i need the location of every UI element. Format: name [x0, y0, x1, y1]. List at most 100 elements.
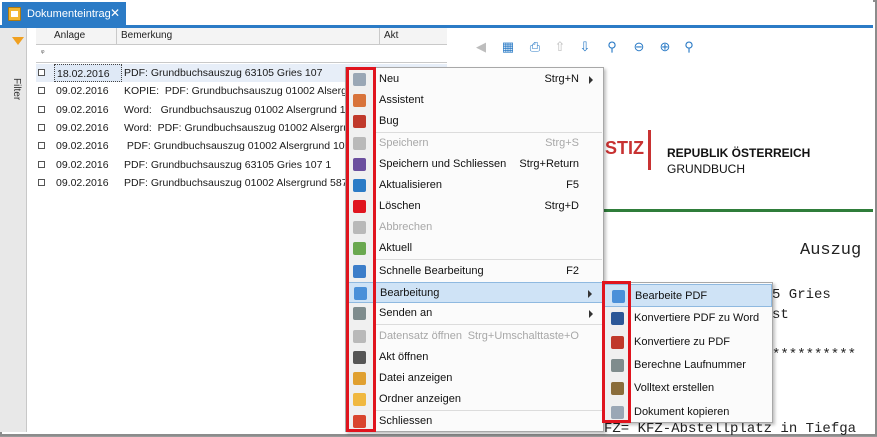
menu-separator — [376, 324, 602, 325]
menu-item-speichern[interactable]: Speichern Strg+S — [346, 133, 603, 154]
windows-icon[interactable]: ▦ — [501, 39, 515, 54]
grid-filter-row[interactable]: ᵠ — [36, 46, 447, 63]
cell-anlage: 09.02.2016 — [56, 158, 109, 171]
cell-bemerkung: PDF: Grundbuchsauszug 63105 Gries 107 1 — [124, 158, 332, 171]
tab-dokumenteintrag[interactable]: Dokumenteintrag ✕ — [2, 2, 126, 25]
menu-item-shortcut: Strg+N — [544, 73, 579, 85]
menu-item-ordner-anzeigen[interactable]: Ordner anzeigen — [346, 389, 603, 410]
submenu-item-label: Bearbeite PDF — [635, 290, 708, 302]
cell-bemerkung: PDF: Grundbuchsauszug 01002 Alsergrund 1… — [124, 140, 366, 153]
cell-anlage: 09.02.2016 — [56, 121, 109, 134]
menu-item-label: Senden an — [379, 307, 433, 319]
menu-item-datensatz-öffnen[interactable]: Datensatz öffnen Strg+Umschalttaste+O — [346, 326, 603, 347]
row-checkbox[interactable] — [38, 160, 45, 168]
menu-item-shortcut: Strg+Umschalttaste+O — [467, 330, 579, 342]
cell-bemerkung: PDF: Grundbuchsauszug 01002 Alsergrund 5… — [124, 176, 357, 189]
column-header-anlage[interactable]: Anlage — [50, 28, 117, 45]
cell-anlage: 18.02.2016 — [54, 64, 122, 82]
menu-item-label: Bug — [379, 115, 399, 127]
submenu-item-label: Dokument kopieren — [634, 405, 730, 418]
doc-title-auszug: Auszug — [800, 241, 862, 260]
menu-item-aktualisieren[interactable]: Aktualisieren F5 — [346, 175, 603, 196]
menu-item-akt-öffnen[interactable]: Akt öffnen — [346, 347, 603, 368]
menu-item-label: Bearbeitung — [380, 287, 440, 299]
search-icon[interactable]: ⚲ — [682, 39, 696, 54]
doc-text-st: st — [772, 307, 789, 323]
zoom-out-icon[interactable]: ⊖ — [632, 39, 646, 54]
menu-item-schnelle-bearbeitung[interactable]: Schnelle Bearbeitung F2 — [346, 261, 603, 282]
menu-item-löschen[interactable]: Löschen Strg+D — [346, 196, 603, 217]
submenu-item-label: Konvertiere zu PDF — [634, 335, 730, 348]
menu-item-shortcut: Strg+S — [545, 137, 579, 149]
row-checkbox[interactable] — [38, 105, 45, 113]
document-icon — [8, 6, 21, 21]
menu-item-speichern-und-schliessen[interactable]: Speichern und Schliessen Strg+Return — [346, 154, 603, 175]
tab-title: Dokumenteintrag — [27, 7, 111, 20]
submenu-item-label: Berechne Laufnummer — [634, 358, 746, 371]
row-checkbox[interactable] — [38, 178, 45, 186]
menu-item-label: Datensatz öffnen — [379, 330, 462, 342]
print-icon[interactable]: ⎙ — [528, 39, 542, 54]
menu-item-label: Ordner anzeigen — [379, 393, 461, 405]
menu-item-bug[interactable]: Bug — [346, 111, 603, 132]
menu-item-label: Akt öffnen — [379, 351, 429, 363]
logo-bar — [648, 130, 651, 170]
menu-item-label: Neu — [379, 73, 400, 85]
row-checkbox[interactable] — [38, 87, 45, 95]
menu-item-abbrechen[interactable]: Abbrechen — [346, 217, 603, 238]
doc-text-stars: ********** — [772, 347, 857, 363]
row-checkbox[interactable] — [38, 123, 45, 131]
cell-anlage: 09.02.2016 — [56, 103, 109, 116]
find-icon[interactable]: ⚲ — [605, 39, 619, 54]
submenu-arrow-icon — [589, 76, 593, 84]
tab-strip: Dokumenteintrag ✕ — [0, 0, 873, 28]
menu-item-shortcut: Strg+D — [544, 200, 579, 212]
menu-item-shortcut: F2 — [566, 265, 579, 277]
header-divider — [604, 209, 873, 212]
back-icon[interactable]: ◀ — [474, 39, 488, 54]
menu-item-datei-anzeigen[interactable]: Datei anzeigen — [346, 368, 603, 389]
menu-item-schliessen[interactable]: Schliessen — [346, 411, 603, 432]
menu-item-aktuell[interactable]: Aktuell — [346, 238, 603, 259]
menu-item-label: Speichern und Schliessen — [379, 158, 507, 170]
menu-item-label: Aktualisieren — [379, 179, 442, 191]
tab-close-icon[interactable]: ✕ — [110, 6, 120, 20]
menu-separator — [376, 259, 602, 260]
menu-item-label: Schliessen — [379, 415, 433, 427]
column-header-akt[interactable]: Akt — [380, 28, 447, 45]
filter-row-icon: ᵠ — [41, 48, 45, 57]
menu-item-shortcut: F5 — [566, 179, 579, 191]
highlight-box-submenu-icons — [602, 281, 631, 423]
menu-item-label: Datei anzeigen — [379, 372, 453, 384]
submenu-item-label: Volltext erstellen — [634, 382, 715, 395]
submenu-arrow-icon — [588, 290, 592, 298]
cell-anlage: 09.02.2016 — [56, 85, 109, 98]
column-header-bemerkung[interactable]: Bemerkung — [117, 28, 380, 45]
menu-item-neu[interactable]: Neu Strg+N — [346, 69, 603, 90]
cell-bemerkung: PDF: Grundbuchsauszug 63105 Gries 107 — [124, 67, 323, 79]
doc-text-gries: 5 Gries — [772, 287, 831, 303]
filter-icon — [12, 37, 24, 45]
row-checkbox[interactable] — [38, 69, 45, 76]
menu-item-senden-an[interactable]: Senden an — [346, 303, 603, 324]
menu-item-assistent[interactable]: Assistent — [346, 90, 603, 111]
submenu-item-label: Konvertiere PDF zu Word — [634, 312, 760, 325]
highlight-box-menu-icons — [346, 67, 376, 432]
document-header-republic: REPUBLIK ÖSTERREICH — [667, 146, 811, 160]
row-checkbox[interactable] — [38, 142, 45, 150]
submenu-arrow-icon — [589, 310, 593, 318]
page-down-icon[interactable]: ⇩ — [578, 39, 592, 54]
menu-item-label: Schnelle Bearbeitung — [379, 265, 484, 277]
menu-item-label: Speichern — [379, 137, 429, 149]
zoom-in-icon[interactable]: ⊕ — [658, 39, 672, 54]
menu-item-label: Aktuell — [379, 242, 413, 254]
menu-item-bearbeitung[interactable]: Bearbeitung — [346, 282, 603, 303]
page-up-icon[interactable]: ⇧ — [553, 39, 567, 54]
filter-label: Filter — [11, 78, 22, 101]
menu-item-label: Abbrechen — [379, 221, 433, 233]
menu-item-label: Löschen — [379, 200, 421, 212]
viewer-toolbar: ◀ ▦ ⎙ ⇧ ⇩ ⚲ ⊖ ⊕ ⚲ — [448, 34, 868, 58]
menu-item-label: Assistent — [379, 94, 424, 106]
filter-panel[interactable]: Filter — [0, 28, 27, 432]
grid-header: Anlage Bemerkung Akt — [36, 28, 447, 45]
